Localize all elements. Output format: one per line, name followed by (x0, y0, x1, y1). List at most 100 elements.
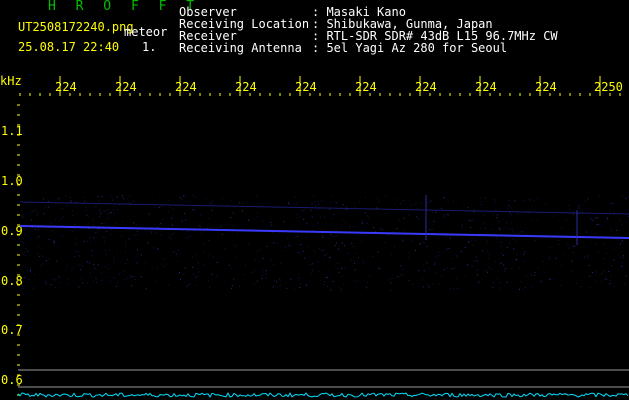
noise-speck (579, 204, 581, 206)
noise-speck (21, 234, 23, 236)
noise-speck (402, 239, 404, 241)
noise-speck (72, 230, 74, 232)
noise-speck (134, 201, 136, 203)
noise-speck (422, 277, 424, 279)
noise-speck (484, 270, 486, 272)
noise-speck (410, 205, 412, 207)
noise-speck (305, 236, 307, 238)
noise-speck (131, 285, 132, 287)
noise-speck (467, 264, 469, 266)
noise-speck (137, 249, 138, 251)
noise-speck (31, 219, 33, 221)
noise-speck (122, 221, 123, 223)
noise-speck (84, 201, 86, 202)
noise-speck (335, 229, 337, 231)
noise-speck (116, 286, 118, 288)
noise-speck (288, 244, 289, 246)
noise-speck (388, 279, 390, 281)
noise-speck (473, 260, 475, 261)
noise-speck (529, 199, 531, 201)
noise-speck (38, 236, 40, 237)
noise-speck (116, 196, 118, 198)
noise-speck (262, 220, 264, 222)
noise-speck (145, 288, 147, 290)
noise-speck (211, 200, 213, 202)
noise-speck (338, 287, 340, 289)
noise-speck (167, 210, 169, 212)
noise-speck (361, 219, 363, 221)
noise-speck (476, 260, 478, 262)
noise-speck (551, 279, 553, 281)
noise-speck (108, 268, 109, 269)
noise-speck (129, 275, 131, 277)
noise-speck (98, 200, 100, 202)
noise-speck (100, 212, 102, 214)
noise-speck (496, 217, 498, 219)
noise-speck (86, 214, 88, 216)
noise-speck (432, 224, 434, 226)
noise-speck (449, 288, 451, 289)
noise-speck (577, 206, 579, 208)
noise-speck (233, 278, 235, 280)
noise-speck (25, 266, 27, 268)
noise-speck (613, 247, 615, 249)
noise-speck (280, 279, 282, 281)
noise-speck (172, 209, 174, 211)
noise-speck (330, 217, 332, 219)
noise-speck (487, 271, 489, 273)
noise-speck (103, 236, 105, 238)
noise-speck (78, 255, 80, 257)
noise-speck (475, 257, 477, 259)
noise-speck (346, 206, 347, 208)
noise-speck (621, 223, 623, 225)
noise-speck (295, 203, 297, 205)
noise-speck (183, 195, 185, 197)
noise-speck (341, 289, 343, 291)
noise-speck (534, 271, 536, 273)
noise-speck (385, 213, 386, 215)
noise-speck (505, 222, 507, 224)
noise-speck (178, 249, 179, 251)
noise-speck (619, 243, 621, 245)
noise-speck (53, 241, 55, 243)
noise-speck (540, 280, 542, 282)
noise-speck (306, 284, 308, 286)
noise-speck (496, 237, 497, 239)
noise-speck (294, 203, 296, 205)
noise-speck (359, 201, 361, 203)
noise-speck (160, 223, 162, 225)
noise-speck (542, 260, 544, 262)
noise-speck (534, 274, 536, 276)
noise-speck (438, 254, 440, 256)
noise-speck (492, 287, 494, 289)
noise-speck (242, 203, 243, 204)
noise-speck (311, 269, 313, 271)
noise-speck (586, 231, 587, 233)
noise-speck (200, 225, 201, 227)
noise-speck (390, 253, 392, 255)
noise-speck (433, 220, 435, 222)
noise-speck (280, 285, 282, 287)
noise-speck (261, 274, 263, 276)
noise-speck (103, 210, 105, 212)
noise-speck (477, 269, 479, 271)
noise-speck (117, 209, 119, 211)
noise-speck (79, 264, 81, 266)
noise-speck (48, 206, 50, 208)
noise-speck (479, 197, 481, 199)
noise-speck (530, 274, 532, 276)
noise-speck (611, 230, 613, 232)
noise-speck (329, 273, 331, 275)
noise-speck (293, 289, 295, 290)
noise-speck (280, 262, 282, 264)
noise-speck (105, 223, 107, 225)
noise-speck (457, 235, 459, 237)
noise-speck (464, 274, 466, 276)
noise-speck (117, 282, 118, 284)
noise-speck (107, 213, 109, 215)
noise-speck (619, 220, 621, 222)
noise-speck (221, 234, 223, 235)
noise-speck (607, 218, 609, 220)
noise-speck (429, 221, 431, 223)
noise-speck (248, 219, 250, 221)
